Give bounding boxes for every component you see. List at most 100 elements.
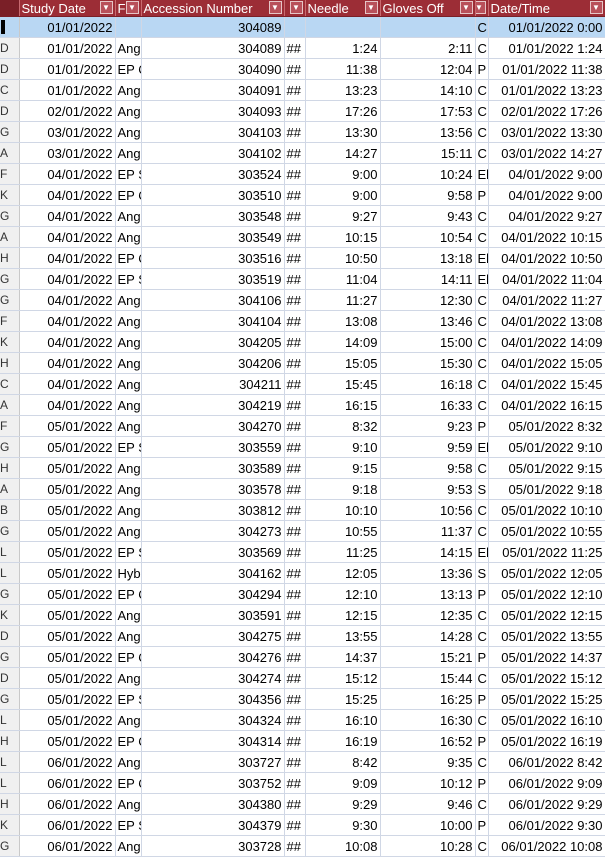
row-selector[interactable]: A <box>0 142 20 164</box>
table-row[interactable]: L 06/01/2022 Ang 303727 ## 8:42 9:35 C 06/01/202… <box>0 751 605 773</box>
cell-accession-number[interactable]: 304379 <box>141 814 285 836</box>
cell-date-time[interactable]: 05/01/2022 12:10 <box>488 583 605 605</box>
cell-hash[interactable]: ## <box>284 457 306 479</box>
cell-hash[interactable]: ## <box>284 520 306 542</box>
row-selector[interactable]: G <box>0 268 20 290</box>
cell-hash[interactable]: ## <box>284 793 306 815</box>
cell-date-time[interactable]: 04/01/2022 11:04 <box>488 268 605 290</box>
cell-g[interactable]: C <box>475 793 489 815</box>
cell-gloves-off[interactable]: 12:04 <box>380 58 476 80</box>
cell-needle[interactable]: 10:50 <box>305 247 381 269</box>
cell-gloves-off[interactable]: 10:00 <box>380 814 476 836</box>
cell-date-time[interactable]: 05/01/2022 8:32 <box>488 415 605 437</box>
column-header-hash[interactable]: ▼ <box>284 0 306 17</box>
cell-accession-number[interactable]: 304205 <box>141 331 285 353</box>
cell-g[interactable]: C <box>475 37 489 59</box>
table-row[interactable]: A 05/01/2022 Ang 303578 ## 9:18 9:53 S 05/01/202… <box>0 478 605 500</box>
table-row[interactable]: G05/01/2022EP S304356##15:2516:25P05/01/… <box>0 688 605 710</box>
cell-study-date[interactable]: 05/01/2022 <box>19 457 116 479</box>
table-row[interactable]: G 06/01/2022 Ang 303728 ## 10:08 10:28 C 06/01/2… <box>0 835 605 857</box>
cell-accession-number[interactable]: 303728 <box>141 835 285 857</box>
cell-hash[interactable]: ## <box>284 772 306 794</box>
cell-f[interactable]: EP S <box>115 436 142 458</box>
cell-g[interactable]: El <box>475 268 489 290</box>
cell-needle[interactable]: 10:08 <box>305 835 381 857</box>
filter-dropdown-icon[interactable]: ▼ <box>289 1 303 14</box>
cell-g[interactable]: P <box>475 772 489 794</box>
cell-date-time[interactable]: 04/01/2022 16:15 <box>488 394 605 416</box>
cell-hash[interactable]: ## <box>284 58 306 80</box>
cell-date-time[interactable]: 03/01/2022 13:30 <box>488 121 605 143</box>
cell-hash[interactable]: ## <box>284 415 306 437</box>
cell-date-time[interactable]: 03/01/2022 14:27 <box>488 142 605 164</box>
table-row[interactable]: K06/01/2022EP S304379##9:3010:00P06/01/2… <box>0 814 605 836</box>
row-selector[interactable]: L <box>0 751 20 773</box>
cell-f[interactable]: Ang <box>115 289 142 311</box>
cell-g[interactable]: C <box>475 100 489 122</box>
cell-hash[interactable]: ## <box>284 163 306 185</box>
cell-needle[interactable]: 11:27 <box>305 289 381 311</box>
cell-accession-number[interactable]: 304106 <box>141 289 285 311</box>
cell-f[interactable]: EP S <box>115 541 142 563</box>
cell-accession-number[interactable]: 304276 <box>141 646 285 668</box>
row-selector[interactable]: B <box>0 499 20 521</box>
table-row[interactable]: B 05/01/2022 Ang 303812 ## 10:10 10:56 C 05/01/2… <box>0 499 605 521</box>
cell-g[interactable]: P <box>475 184 489 206</box>
cell-hash[interactable]: ## <box>284 583 306 605</box>
row-selector[interactable]: D <box>0 100 20 122</box>
cell-needle[interactable]: 11:04 <box>305 268 381 290</box>
cell-f[interactable]: Ang <box>115 142 142 164</box>
cell-study-date[interactable]: 05/01/2022 <box>19 604 116 626</box>
cell-hash[interactable]: ## <box>284 268 306 290</box>
column-header-gloves-off[interactable]: Gloves Off ▼ <box>380 0 476 17</box>
column-header-g[interactable]: ▼ <box>475 0 489 17</box>
cell-study-date[interactable]: 05/01/2022 <box>19 520 116 542</box>
cell-g[interactable]: C <box>475 331 489 353</box>
cell-f[interactable]: EP S <box>115 814 142 836</box>
table-row[interactable]: F 05/01/2022 Ang 304270 ## 8:32 9:23 P 05/01/202… <box>0 415 605 437</box>
cell-study-date[interactable]: 04/01/2022 <box>19 247 116 269</box>
row-selector[interactable]: C <box>0 79 20 101</box>
cell-f[interactable]: Ang <box>115 499 142 521</box>
cell-date-time[interactable]: 05/01/2022 12:05 <box>488 562 605 584</box>
cell-study-date[interactable]: 05/01/2022 <box>19 730 116 752</box>
cell-date-time[interactable]: 06/01/2022 10:08 <box>488 835 605 857</box>
cell-hash[interactable]: ## <box>284 121 306 143</box>
cell-accession-number[interactable]: 304356 <box>141 688 285 710</box>
cell-gloves-off[interactable]: 9:43 <box>380 205 476 227</box>
cell-study-date[interactable]: 05/01/2022 <box>19 583 116 605</box>
cell-accession-number[interactable]: 303591 <box>141 604 285 626</box>
cell-study-date[interactable]: 05/01/2022 <box>19 688 116 710</box>
row-selector[interactable]: C <box>0 373 20 395</box>
cell-gloves-off[interactable]: 14:15 <box>380 541 476 563</box>
table-row[interactable]: D 01/01/2022 Ang 304089 ## 1:24 2:11 C 01/01/202… <box>0 37 605 59</box>
cell-hash[interactable]: ## <box>284 352 306 374</box>
cell-study-date[interactable]: 01/01/2022 <box>19 79 116 101</box>
table-row[interactable]: G05/01/2022EP C304294##12:1013:13P05/01/… <box>0 583 605 605</box>
filter-dropdown-icon[interactable]: ▼ <box>125 1 139 14</box>
cell-study-date[interactable]: 05/01/2022 <box>19 478 116 500</box>
column-header-study-date[interactable]: Study Date ▼ <box>19 0 116 17</box>
row-selector[interactable]: G <box>0 835 20 857</box>
row-selector[interactable]: F <box>0 310 20 332</box>
cell-accession-number[interactable]: 304380 <box>141 793 285 815</box>
cell-study-date[interactable]: 05/01/2022 <box>19 667 116 689</box>
cell-accession-number[interactable]: 304206 <box>141 352 285 374</box>
cell-gloves-off[interactable]: 15:30 <box>380 352 476 374</box>
cell-hash[interactable]: ## <box>284 373 306 395</box>
cell-accession-number[interactable]: 304090 <box>141 58 285 80</box>
cell-study-date[interactable]: 04/01/2022 <box>19 310 116 332</box>
cell-study-date[interactable]: 06/01/2022 <box>19 772 116 794</box>
cell-needle[interactable]: 9:00 <box>305 163 381 185</box>
cell-f[interactable]: Ang <box>115 751 142 773</box>
cell-g[interactable]: El <box>475 163 489 185</box>
cell-needle[interactable]: 9:18 <box>305 478 381 500</box>
cell-needle[interactable] <box>305 16 381 38</box>
cell-accession-number[interactable]: 303549 <box>141 226 285 248</box>
cell-g[interactable]: C <box>475 226 489 248</box>
table-row[interactable]: G04/01/2022EP S303519##11:0414:11El04/01… <box>0 268 605 290</box>
cell-accession-number[interactable]: 304103 <box>141 121 285 143</box>
cell-f[interactable]: Ang <box>115 226 142 248</box>
cell-gloves-off[interactable]: 13:56 <box>380 121 476 143</box>
row-selector[interactable]: F <box>0 163 20 185</box>
